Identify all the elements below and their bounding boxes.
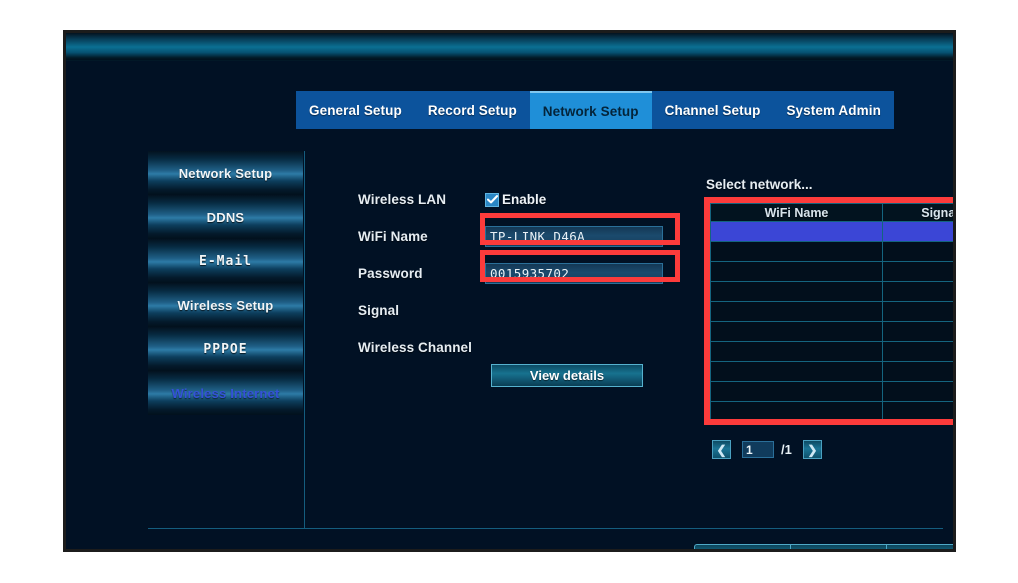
page-number-input[interactable]: 1 — [742, 441, 774, 458]
cell-wifi-name — [711, 382, 883, 402]
total-pages-label: /1 — [781, 442, 792, 457]
cell-signal — [882, 362, 956, 382]
settings-sidebar: Network Setup DDNS E-Mail Wireless Setup… — [148, 151, 303, 415]
checkbox-checked-icon[interactable] — [485, 193, 499, 207]
table-header-row: WiFi Name Signal — [711, 204, 957, 222]
cell-signal — [882, 262, 956, 282]
footer-divider — [148, 528, 943, 529]
chevron-right-icon[interactable]: ❯ — [803, 440, 822, 459]
form-row-wifi-name: WiFi Name TP-LINK_D46A — [358, 218, 663, 255]
table-row[interactable] — [711, 402, 957, 422]
sidebar-item-email[interactable]: E-Mail — [148, 239, 303, 283]
column-header-wifi-name: WiFi Name — [711, 204, 883, 222]
form-row-signal: Signal — [358, 292, 663, 329]
cell-wifi-name — [711, 342, 883, 362]
password-input[interactable]: 0015935702 — [485, 263, 663, 284]
cell-wifi-name — [711, 322, 883, 342]
dvr-settings-window: General Setup Record Setup Network Setup… — [63, 30, 956, 552]
tab-system-admin[interactable]: System Admin — [773, 91, 893, 129]
tab-network-setup[interactable]: Network Setup — [530, 91, 652, 129]
form-row-password: Password 0015935702 — [358, 255, 663, 292]
screenshot-root: General Setup Record Setup Network Setup… — [0, 0, 1018, 583]
signal-label: Signal — [358, 303, 485, 318]
tab-record-setup[interactable]: Record Setup — [415, 91, 530, 129]
password-label: Password — [358, 266, 485, 281]
table-row[interactable] — [711, 342, 957, 362]
cell-signal — [882, 402, 956, 422]
table-row[interactable] — [711, 222, 957, 242]
sidebar-item-network-setup[interactable]: Network Setup — [148, 151, 303, 195]
ok-button[interactable]: Ok — [790, 544, 886, 552]
sidebar-divider — [304, 151, 305, 528]
network-list-body — [711, 222, 957, 422]
cell-wifi-name — [711, 302, 883, 322]
wifi-name-input[interactable]: TP-LINK_D46A — [485, 226, 663, 247]
table-row[interactable] — [711, 302, 957, 322]
chevron-left-icon[interactable]: ❮ — [712, 440, 731, 459]
cell-signal — [882, 222, 956, 242]
settings-tab-bar: General Setup Record Setup Network Setup… — [296, 91, 894, 129]
wireless-form: Wireless LAN Enable WiFi Name TP-LINK_D4… — [358, 181, 663, 366]
form-row-wireless-channel: Wireless Channel — [358, 329, 663, 366]
cell-signal — [882, 242, 956, 262]
cell-wifi-name — [711, 402, 883, 422]
cell-wifi-name — [711, 282, 883, 302]
sidebar-item-ddns[interactable]: DDNS — [148, 195, 303, 239]
enable-label: Enable — [502, 192, 546, 207]
sidebar-item-pppoe[interactable]: PPPOE — [148, 327, 303, 371]
enable-checkbox-wrap[interactable]: Enable — [485, 192, 546, 207]
tab-channel-setup[interactable]: Channel Setup — [652, 91, 774, 129]
sidebar-item-wireless-setup[interactable]: Wireless Setup — [148, 283, 303, 327]
cancel-button[interactable]: Cancel — [886, 544, 956, 552]
table-row[interactable] — [711, 242, 957, 262]
select-network-label: Select network... — [706, 177, 813, 192]
sidebar-item-wireless-internet[interactable]: Wireless Internet — [148, 371, 303, 415]
tab-general-setup[interactable]: General Setup — [296, 91, 415, 129]
window-title-bar — [66, 33, 953, 61]
table-row[interactable] — [711, 262, 957, 282]
apply-button[interactable]: Apply — [694, 544, 790, 552]
network-list-table: WiFi Name Signal — [710, 203, 956, 422]
cell-signal — [882, 382, 956, 402]
table-row[interactable] — [711, 322, 957, 342]
cell-signal — [882, 342, 956, 362]
view-details-button[interactable]: View details — [491, 364, 643, 387]
cell-signal — [882, 322, 956, 342]
cell-wifi-name — [711, 362, 883, 382]
table-row[interactable] — [711, 282, 957, 302]
column-header-signal: Signal — [882, 204, 956, 222]
wireless-channel-label: Wireless Channel — [358, 340, 518, 355]
cell-wifi-name — [711, 242, 883, 262]
footer-button-group: Apply Ok Cancel — [694, 544, 956, 552]
table-row[interactable] — [711, 382, 957, 402]
cell-wifi-name — [711, 222, 883, 242]
table-row[interactable] — [711, 362, 957, 382]
wifi-name-label: WiFi Name — [358, 229, 485, 244]
cell-signal — [882, 302, 956, 322]
cell-signal — [882, 282, 956, 302]
network-list-pager: ❮ 1 /1 ❯ — [712, 440, 822, 459]
wireless-lan-label: Wireless LAN — [358, 192, 485, 207]
form-row-wireless-lan: Wireless LAN Enable — [358, 181, 663, 218]
cell-wifi-name — [711, 262, 883, 282]
